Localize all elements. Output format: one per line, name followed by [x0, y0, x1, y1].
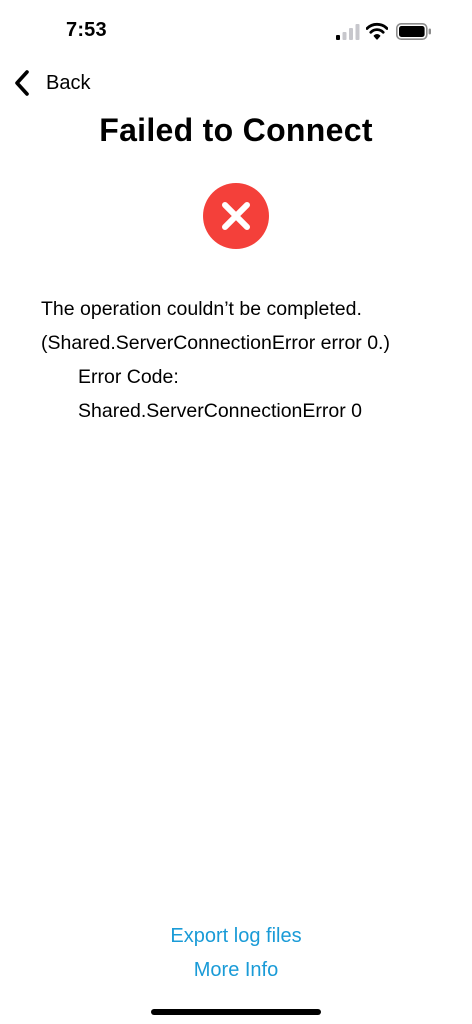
wifi-icon	[366, 22, 388, 40]
cellular-signal-icon	[336, 24, 360, 40]
status-bar: 7:53	[0, 0, 472, 60]
status-time: 7:53	[66, 19, 107, 41]
error-x-circle-icon	[203, 183, 269, 249]
back-button[interactable]: Back	[12, 66, 90, 100]
back-button-label: Back	[46, 71, 91, 94]
chevron-left-icon	[15, 70, 29, 96]
battery-icon	[396, 23, 431, 40]
export-log-files-link[interactable]: Export log files	[0, 925, 472, 948]
error-message-line-1: The operation couldn’t be completed.	[41, 298, 362, 320]
error-code-value: Shared.ServerConnectionError 0	[78, 400, 362, 422]
error-code-label: Error Code:	[78, 366, 179, 388]
error-message-line-2: (Shared.ServerConnectionError error 0.)	[41, 332, 390, 354]
page-title: Failed to Connect	[99, 112, 373, 148]
home-indicator[interactable]	[151, 1009, 321, 1015]
more-info-link[interactable]: More Info	[0, 959, 472, 982]
error-message: The operation couldn’t be completed. (Sh…	[41, 292, 441, 428]
